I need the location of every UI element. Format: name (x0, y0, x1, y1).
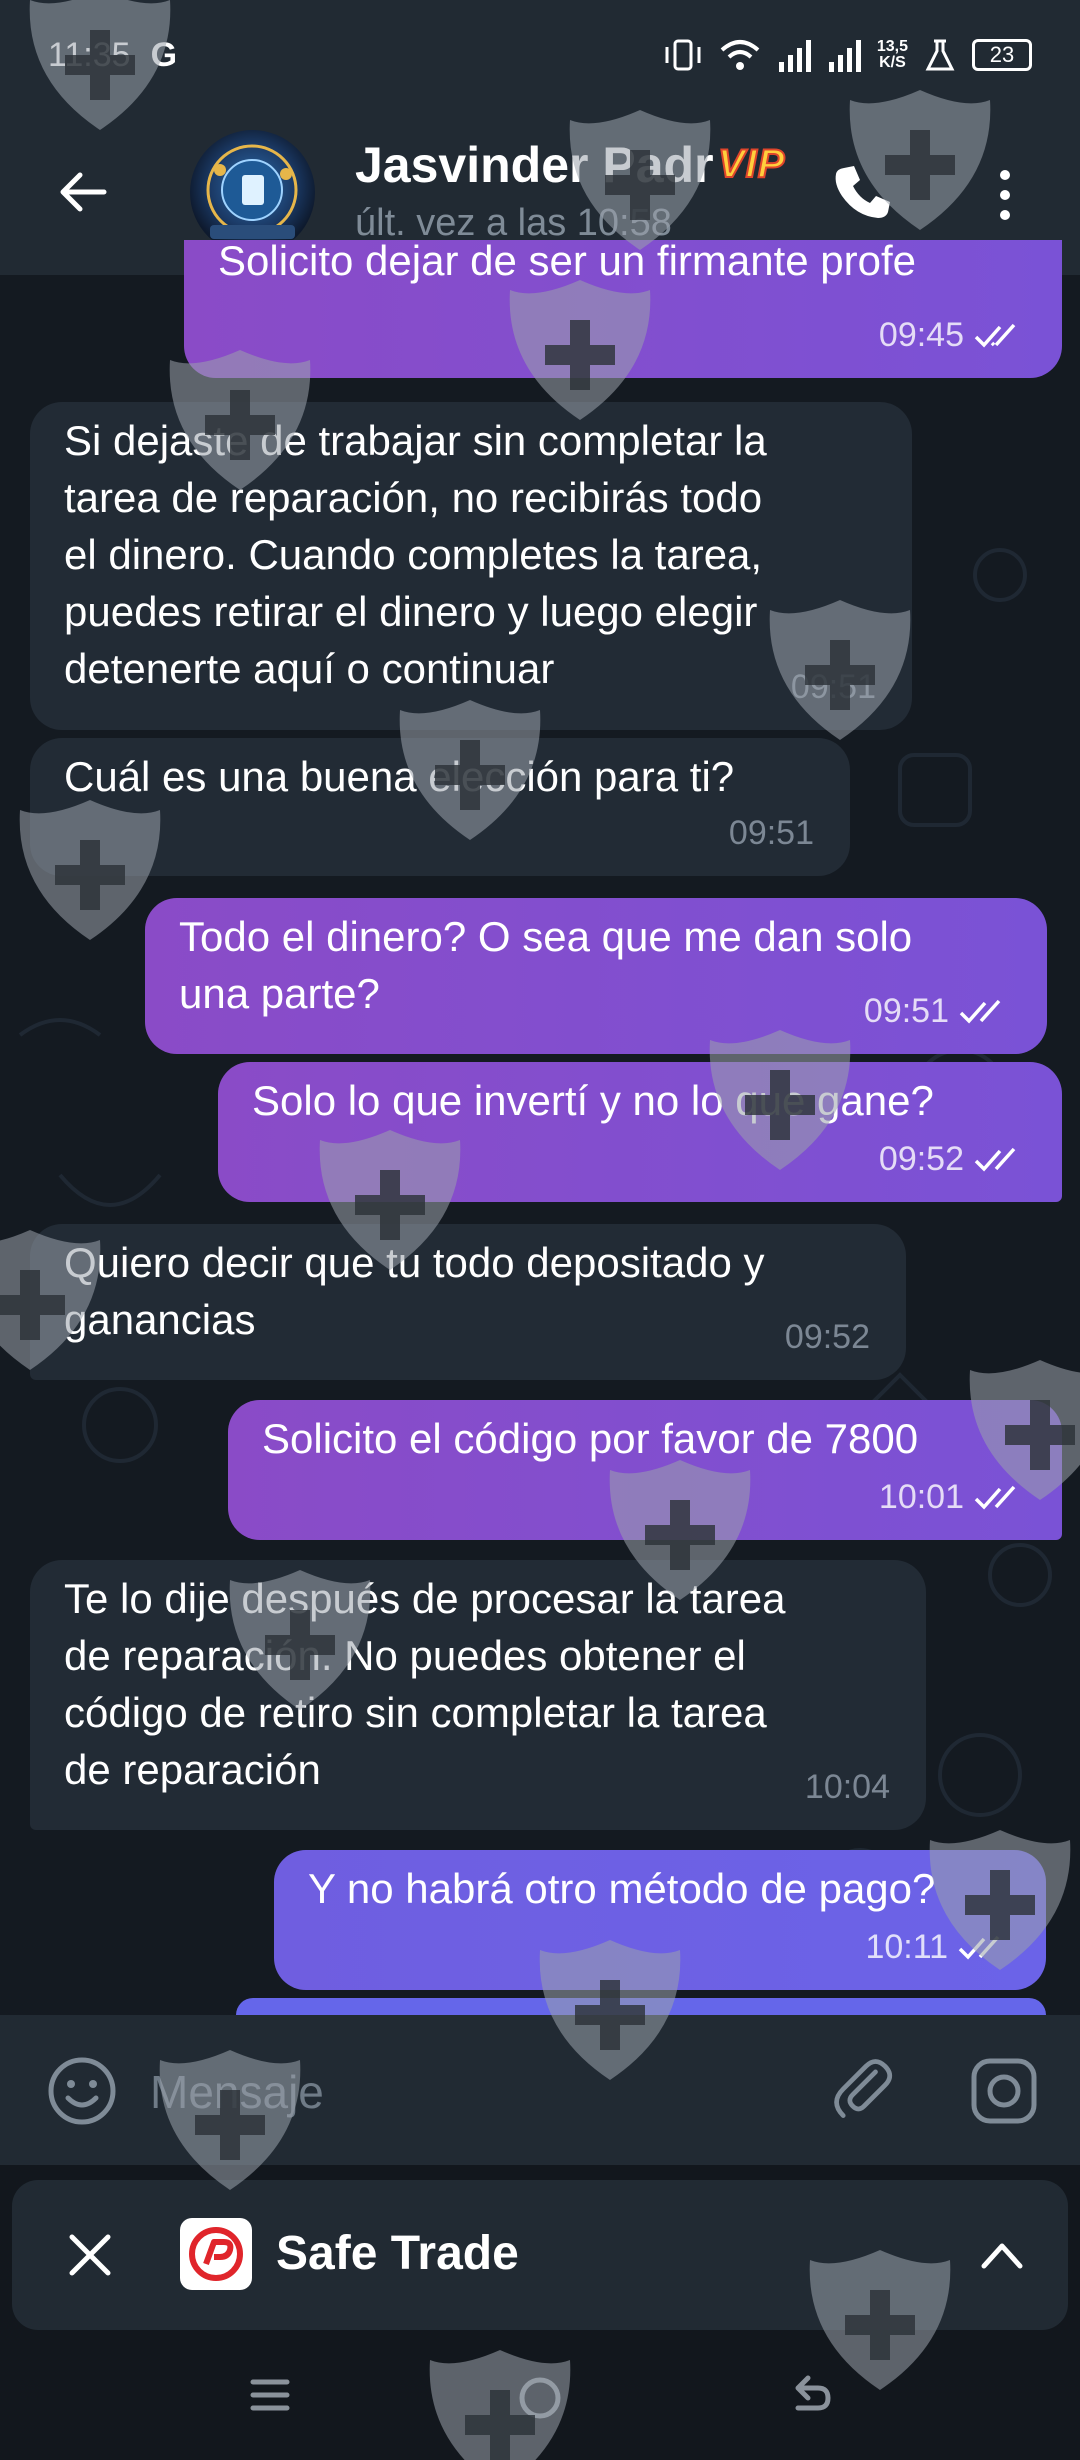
battery-level: 23 (989, 42, 1015, 67)
message-bubble-outgoing[interactable]: Todo el dinero? O sea que me dan solo un… (145, 898, 1047, 1054)
safe-trade-logo-icon (189, 2227, 243, 2281)
message-time: 09:51 (728, 814, 814, 852)
message-text: Y no habrá otro método de pago? (308, 1865, 936, 1912)
message-bubble-outgoing[interactable]: Y no habrá otro método de pago? 10:11 (274, 1850, 1046, 1990)
message-time: 09:52 (878, 1140, 964, 1178)
message-time: 09:52 (784, 1318, 870, 1356)
smiley-icon[interactable] (46, 2055, 118, 2127)
recent-apps-icon[interactable] (245, 2370, 295, 2420)
message-time: 10:01 (878, 1478, 964, 1516)
double-check-icon (974, 1147, 1016, 1172)
system-nav-bar (0, 2340, 1080, 2460)
message-text: Solo lo que invertí y no lo que gane? (252, 1077, 934, 1124)
message-bubble-outgoing[interactable]: Solicito el código por favor de 7800 10:… (228, 1400, 1062, 1540)
message-time: 09:45 (878, 316, 964, 354)
message-bubble-incoming[interactable]: Quiero decir que tu todo depositado y ga… (30, 1224, 906, 1380)
message-time: 10:11 (865, 1928, 948, 1966)
phone-icon[interactable] (830, 160, 894, 224)
double-check-icon (959, 999, 1001, 1024)
message-text: Solicito el código por favor de 7800 (262, 1415, 919, 1462)
network-speed: 13,5 K/S (877, 39, 908, 71)
message-bubble-outgoing[interactable]: Solo lo que invertí y no lo que gane? 09… (218, 1062, 1062, 1202)
contact-name[interactable]: Jasvinder Padr (355, 136, 715, 194)
arrow-left-icon[interactable] (54, 162, 114, 222)
vip-badge: VIP (717, 141, 786, 187)
message-bubble-incoming[interactable]: Si dejaste de trabajar sin completar la … (30, 402, 912, 730)
signal-icon-2 (828, 40, 861, 72)
more-vertical-icon[interactable] (990, 165, 1020, 225)
message-text: Si dejaste de trabajar sin completar la … (64, 417, 767, 692)
double-check-icon (974, 1485, 1016, 1510)
paperclip-icon[interactable] (830, 2055, 902, 2127)
message-text: Te lo dije después de procesar la tarea … (64, 1575, 786, 1793)
floating-app-bar: Safe Trade (12, 2180, 1068, 2330)
signal-icon (778, 40, 811, 72)
message-time: 09:51 (790, 668, 876, 706)
message-bubble-partial (236, 1998, 1046, 2015)
message-bubble-incoming[interactable]: Te lo dije después de procesar la tarea … (30, 1560, 926, 1830)
battery-icon: 23 (972, 39, 1032, 71)
chevron-up-icon[interactable] (974, 2228, 1030, 2284)
status-time: 11:35 (48, 35, 131, 74)
message-text: Solicito dejar de ser un firmante profe (218, 237, 917, 284)
app-name[interactable]: Safe Trade (276, 2226, 519, 2281)
message-bubble-incoming[interactable]: Cuál es una buena elección para ti? 09:5… (30, 738, 850, 876)
home-icon[interactable] (512, 2370, 568, 2426)
message-bubble-outgoing[interactable]: Solicito dejar de ser un firmante profe … (184, 237, 1062, 378)
message-text: Cuál es una buena elección para ti? (64, 753, 735, 800)
carrier-icon: G (150, 35, 178, 74)
network-speed-value: 13,5 (876, 38, 908, 55)
message-time: 10:04 (804, 1768, 890, 1806)
message-time: 09:51 (863, 992, 949, 1030)
message-text: Quiero decir que tu todo depositado y ga… (64, 1239, 765, 1343)
status-bar: 11:35 G 13,5 K/S 23 (0, 0, 1080, 110)
double-check-icon (958, 1935, 1000, 1960)
double-check-icon (974, 323, 1016, 348)
message-input[interactable] (150, 2060, 790, 2124)
lab-flask-icon (925, 39, 955, 71)
network-speed-unit: K/S (879, 54, 906, 71)
camera-icon[interactable] (968, 2055, 1040, 2127)
safe-trade-app-icon[interactable] (180, 2218, 252, 2290)
message-input-bar (0, 2015, 1080, 2165)
nav-back-icon[interactable] (786, 2370, 836, 2420)
wifi-icon (720, 40, 760, 70)
close-icon[interactable] (60, 2225, 120, 2285)
vibrate-icon (665, 39, 701, 71)
